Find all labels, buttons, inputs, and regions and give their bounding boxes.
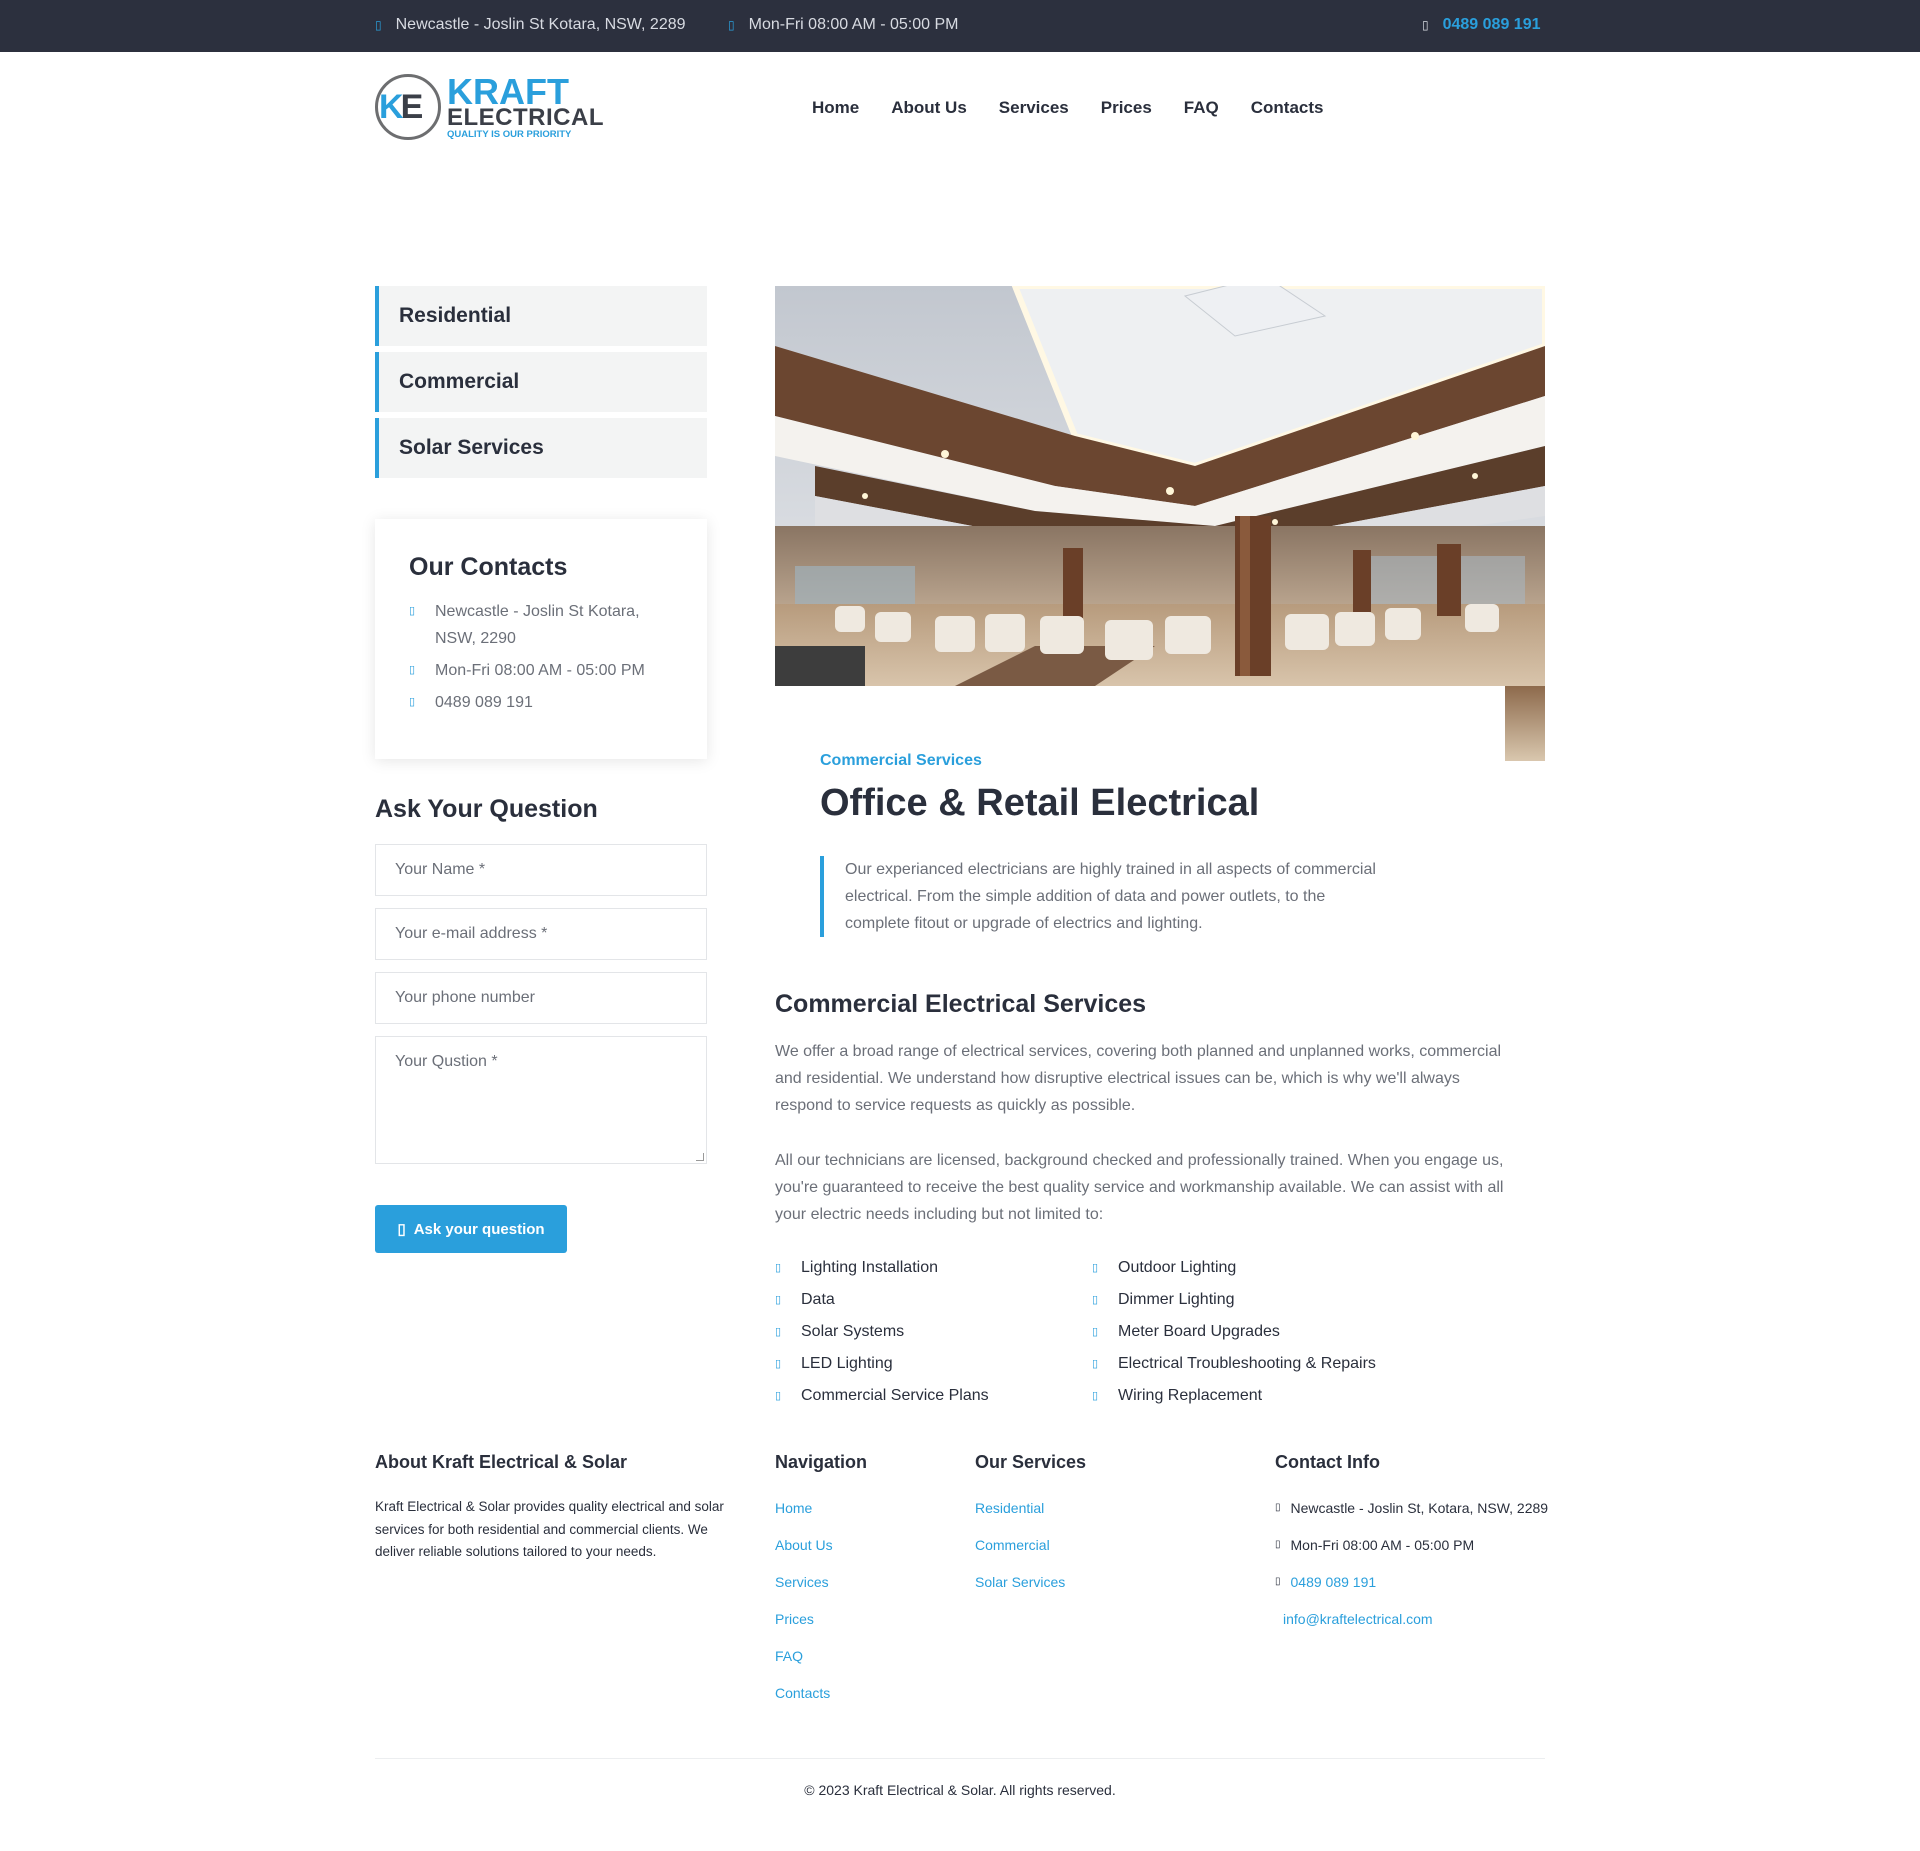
footer-link-prices[interactable]: Prices — [775, 1611, 814, 1627]
topbar-phone[interactable]: ▯ 0489 089 191 — [1422, 16, 1540, 34]
clock-icon: ▯ — [728, 18, 735, 32]
footer-link-about-us[interactable]: About Us — [775, 1537, 833, 1553]
check-icon: ▯ — [1092, 1358, 1099, 1370]
clock-icon: ▯ — [409, 664, 416, 676]
phone-icon: ▯ — [409, 696, 416, 708]
ask-question-button[interactable]: ▯ Ask your question — [375, 1205, 567, 1253]
logo-tagline: QUALITY IS OUR PRIORITY — [447, 129, 572, 140]
map-marker-icon: ▯ — [409, 605, 416, 617]
topbar-hours: ▯ Mon-Fri 08:00 AM - 05:00 PM — [728, 16, 959, 33]
footer-link-faq[interactable]: FAQ — [775, 1648, 803, 1664]
footer-contact-email[interactable]: info@kraftelectrical.com — [1283, 1611, 1433, 1627]
check-icon: ▯ — [1092, 1326, 1099, 1338]
list-item: ▯ Electrical Troubleshooting & Repairs — [1092, 1355, 1376, 1372]
contacts-phone: ▯ 0489 089 191 — [409, 689, 673, 716]
question-placeholder: Your Qustion * — [395, 1053, 498, 1070]
check-icon: ▯ — [1092, 1390, 1099, 1402]
footer-contact-title: Contact Info — [1275, 1452, 1380, 1472]
footer-about-title: About Kraft Electrical & Solar — [375, 1452, 628, 1472]
copyright: © 2023 Kraft Electrical & Solar. All rig… — [804, 1782, 1116, 1798]
footer-about-text: Kraft Electrical & Solar provides qualit… — [375, 1499, 724, 1559]
footer-nav-title: Navigation — [775, 1452, 868, 1472]
sidebar-contacts-card: Our Contacts ▯ Newcastle - Joslin St Kot… — [375, 519, 707, 759]
footer-contact-address: ▯ Newcastle - Joslin St, Kotara, NSW, 228… — [1275, 1500, 1549, 1516]
resize-handle[interactable] — [696, 1153, 704, 1161]
contacts-address: ▯ Newcastle - Joslin St Kotara, NSW, 229… — [409, 598, 673, 652]
map-marker-icon: ▯ — [1275, 1502, 1281, 1513]
top-bar: ▯ Newcastle - Joslin St Kotara, NSW, 228… — [0, 0, 1920, 52]
list-item: ▯ LED Lighting — [775, 1355, 893, 1372]
footer-contact-hours: ▯ Mon-Fri 08:00 AM - 05:00 PM — [1275, 1537, 1475, 1553]
section-title: Commercial Electrical Services — [775, 990, 1147, 1018]
contacts-hours: ▯ Mon-Fri 08:00 AM - 05:00 PM — [409, 657, 673, 684]
question-field[interactable]: Your Qustion * — [375, 1036, 707, 1164]
page-title: Office & Retail Electrical — [820, 782, 1260, 824]
name-field[interactable]: Your Name * — [375, 844, 707, 896]
footer-divider — [375, 1758, 1545, 1759]
check-icon: ▯ — [775, 1326, 782, 1338]
list-item: ▯ Wiring Replacement — [1092, 1387, 1263, 1404]
topbar-address: ▯ Newcastle - Joslin St Kotara, NSW, 228… — [375, 16, 686, 33]
logo-sub: ELECTRICAL — [447, 104, 604, 131]
section-paragraph-2: All our technicians are licensed, backgr… — [775, 1152, 1504, 1223]
main-nav: Home About Us Services Prices FAQ Contac… — [812, 98, 1323, 118]
section-paragraph-1: We offer a broad range of electrical ser… — [775, 1043, 1502, 1114]
list-item: ▯ Data — [775, 1291, 835, 1308]
footer-services-title: Our Services — [975, 1452, 1087, 1472]
check-icon: ▯ — [775, 1262, 782, 1274]
footer-link-home[interactable]: Home — [775, 1500, 812, 1516]
phone-icon: ▯ — [1422, 18, 1429, 32]
nav-faq[interactable]: FAQ — [1184, 98, 1219, 118]
ask-question-title: Ask Your Question — [375, 795, 598, 823]
footer-link-residential[interactable]: Residential — [975, 1500, 1044, 1516]
footer-link-contacts[interactable]: Contacts — [775, 1685, 830, 1701]
phone-field[interactable]: Your phone number — [375, 972, 707, 1024]
nav-services[interactable]: Services — [999, 98, 1069, 118]
sidebar-item-commercial[interactable]: Commercial — [375, 352, 707, 412]
check-icon: ▯ — [775, 1294, 782, 1306]
sidebar-item-solar-services[interactable]: Solar Services — [375, 418, 707, 478]
footer-link-commercial[interactable]: Commercial — [975, 1537, 1050, 1553]
check-icon: ▯ — [1092, 1262, 1099, 1274]
intro-quote: Our experianced electricians are highly … — [820, 856, 1390, 937]
sidebar-item-residential[interactable]: Residential — [375, 286, 707, 346]
nav-prices[interactable]: Prices — [1101, 98, 1152, 118]
footer-contact-phone[interactable]: ▯ 0489 089 191 — [1275, 1574, 1376, 1590]
category-label: Commercial Services — [820, 752, 982, 769]
list-item: ▯ Solar Systems — [775, 1323, 905, 1340]
list-item: ▯ Commercial Service Plans — [775, 1387, 989, 1404]
email-field[interactable]: Your e-mail address * — [375, 908, 707, 960]
map-marker-icon: ▯ — [375, 18, 382, 32]
footer-link-solar-services[interactable]: Solar Services — [975, 1574, 1065, 1590]
phone-icon: ▯ — [1275, 1576, 1281, 1587]
check-icon: ▯ — [1092, 1294, 1099, 1306]
image-accent-strip — [1505, 686, 1545, 761]
footer-link-services[interactable]: Services — [775, 1574, 829, 1590]
nav-contacts[interactable]: Contacts — [1251, 98, 1324, 118]
list-item: ▯ Lighting Installation — [775, 1259, 938, 1276]
check-icon: ▯ — [775, 1390, 782, 1402]
nav-about-us[interactable]: About Us — [891, 98, 967, 118]
contacts-title: Our Contacts — [409, 553, 568, 581]
site-logo[interactable]: KE KRAFT ELECTRICAL QUALITY IS OUR PRIOR… — [375, 74, 604, 144]
check-icon: ▯ — [775, 1358, 782, 1370]
hero-image — [775, 286, 1545, 686]
clock-icon: ▯ — [1275, 1539, 1281, 1550]
nav-home[interactable]: Home — [812, 98, 859, 118]
logo-monogram: KE — [379, 88, 423, 126]
list-item: ▯ Outdoor Lighting — [1092, 1259, 1237, 1276]
list-item: ▯ Meter Board Upgrades — [1092, 1323, 1280, 1340]
send-icon: ▯ — [397, 1221, 406, 1238]
list-item: ▯ Dimmer Lighting — [1092, 1291, 1235, 1308]
commercial-interior-image — [775, 286, 1545, 686]
